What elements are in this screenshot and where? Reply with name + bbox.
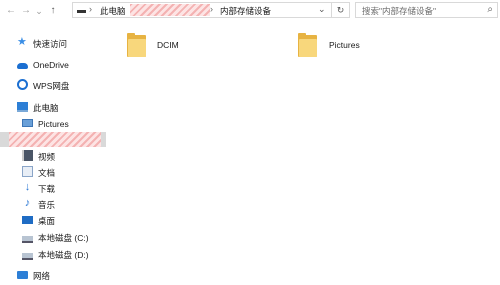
folder-item-dcim[interactable]: DCIM <box>122 32 212 60</box>
nav-drive-c[interactable]: 本地磁盘 (C:) <box>22 229 89 245</box>
redacted-region <box>130 4 210 16</box>
search-input[interactable]: 搜索"内部存储设备" <box>362 5 436 17</box>
wps-cloud-icon <box>17 79 28 91</box>
folder-icon <box>298 33 317 57</box>
nav-onedrive[interactable]: OneDrive <box>17 56 69 72</box>
nav-documents[interactable]: 文档 <box>22 164 55 180</box>
breadcrumb-separator: › <box>210 4 213 14</box>
nav-downloads[interactable]: ↓ 下载 <box>22 180 55 196</box>
address-bar[interactable]: › 此电脑 › 内部存储设备 ⌄ <box>72 2 339 18</box>
hard-drive-icon <box>22 253 33 261</box>
desktop-icon <box>22 215 33 224</box>
breadcrumb-internal-storage[interactable]: 内部存储设备 <box>220 5 271 17</box>
back-button[interactable]: ← <box>5 4 17 18</box>
video-icon <box>22 150 33 162</box>
folder-item-pictures[interactable]: Pictures <box>293 32 383 60</box>
forward-button[interactable]: → <box>20 4 32 18</box>
music-note-icon: ♪ <box>24 197 31 210</box>
document-icon <box>22 166 33 178</box>
pictures-folder-icon <box>22 118 33 127</box>
breadcrumb-this-pc[interactable]: 此电脑 <box>100 5 126 17</box>
nav-videos[interactable]: 视频 <box>22 148 55 164</box>
download-arrow-icon: ↓ <box>24 181 31 194</box>
nav-music[interactable]: ♪ 音乐 <box>22 196 55 212</box>
search-box[interactable]: 搜索"内部存储设备" ⌕ <box>355 2 498 18</box>
redacted-region <box>9 132 101 147</box>
folder-icon <box>127 33 146 57</box>
chevron-down-icon[interactable]: ⌄ <box>318 4 326 15</box>
nav-selected-item[interactable] <box>0 132 106 147</box>
star-icon: ★ <box>17 36 27 49</box>
search-icon: ⌕ <box>487 4 493 15</box>
nav-network[interactable]: 网络 <box>17 267 50 283</box>
this-pc-icon <box>77 10 86 13</box>
refresh-button[interactable]: ↻ <box>331 2 350 18</box>
cloud-icon <box>17 62 28 69</box>
folder-name: DCIM <box>157 40 179 50</box>
nav-quick-access[interactable]: ★ 快速访问 <box>17 35 67 51</box>
network-icon <box>17 270 28 279</box>
up-button[interactable]: ↑ <box>47 4 59 18</box>
nav-drive-d[interactable]: 本地磁盘 (D:) <box>22 246 89 262</box>
recent-locations-button[interactable]: ⌄ <box>34 4 44 18</box>
nav-wps-drive[interactable]: WPS网盘 <box>17 77 69 93</box>
hard-drive-icon <box>22 236 33 244</box>
nav-desktop[interactable]: 桌面 <box>22 212 55 228</box>
computer-icon <box>17 101 28 112</box>
folder-name: Pictures <box>329 40 360 50</box>
nav-pictures[interactable]: Pictures <box>22 115 69 131</box>
breadcrumb-separator: › <box>89 4 92 14</box>
nav-this-pc[interactable]: 此电脑 <box>17 99 59 115</box>
